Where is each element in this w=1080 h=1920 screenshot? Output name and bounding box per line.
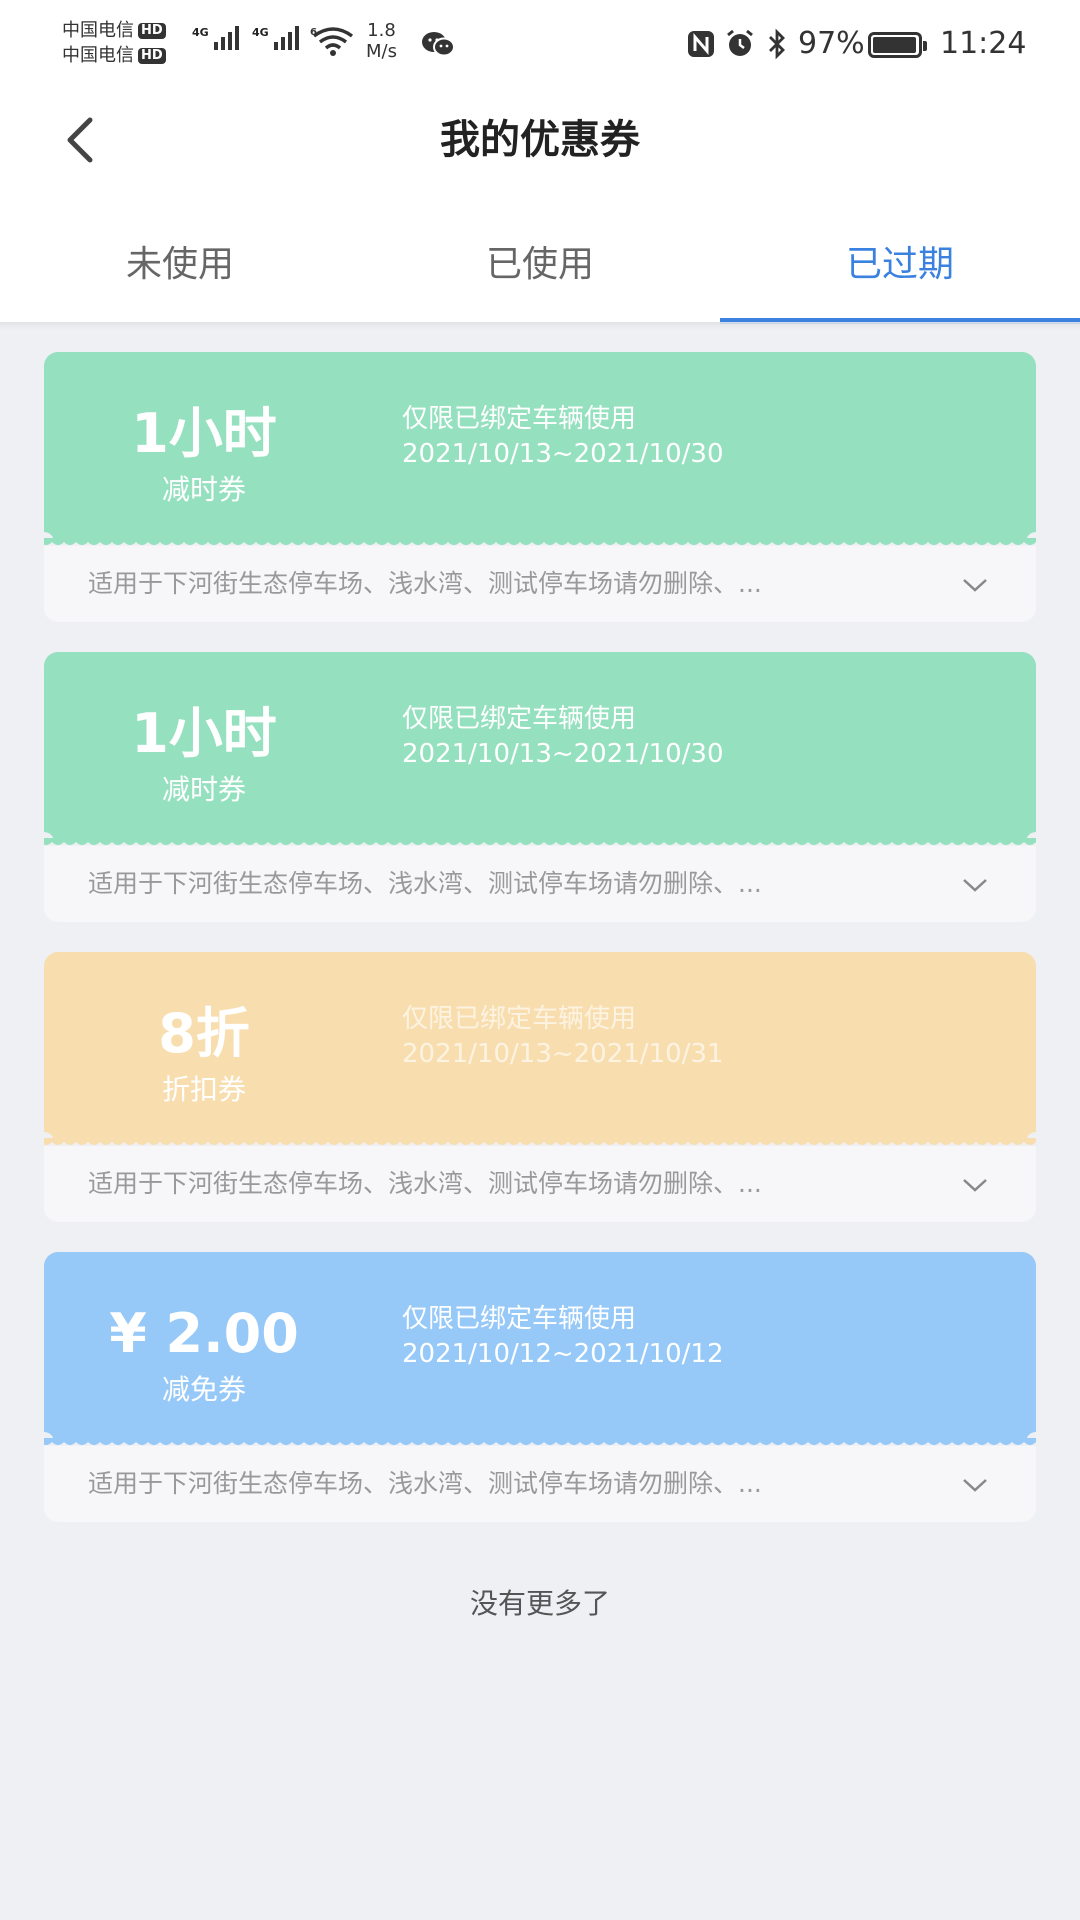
wifi-icon: 6 [310,26,356,60]
no-more-text: 没有更多了 [469,1587,610,1620]
chevron-down-icon[interactable] [960,570,990,600]
coupon-date: 2021/10/13~2021/10/31 [402,1039,724,1069]
network-speed: 1.8 M/s [366,20,397,62]
alarm-icon [724,24,756,64]
coupon-header: ¥ 2.00 减免券 仅限已绑定车辆使用 2021/10/12~2021/10/… [34,1252,1046,1452]
coupon-type: 减免券 [161,1373,246,1406]
coupon-card[interactable]: 1小时 减时券 仅限已绑定车辆使用 2021/10/13~2021/10/30 … [34,352,1046,622]
carrier-2: 中国电信 [62,45,134,66]
nfc-icon [686,24,716,64]
coupon-description: 适用于下河街生态停车场、浅水湾、测试停车场请勿删除、... [88,1469,762,1498]
chevron-down-icon[interactable] [960,1470,990,1500]
coupon-card[interactable]: ¥ 2.00 减免券 仅限已绑定车辆使用 2021/10/12~2021/10/… [34,1252,1046,1522]
chevron-down-icon[interactable] [960,870,990,900]
coupon-card[interactable]: 8折 折扣券 仅限已绑定车辆使用 2021/10/13~2021/10/31 适… [34,952,1046,1222]
coupon-footer[interactable]: 适用于下河街生态停车场、浅水湾、测试停车场请勿删除、... [44,546,1036,622]
battery-icon [868,32,927,58]
coupon-header: 1小时 减时券 仅限已绑定车辆使用 2021/10/13~2021/10/30 [34,652,1046,852]
coupon-description: 适用于下河街生态停车场、浅水湾、测试停车场请勿删除、... [88,869,762,898]
coupon-value: ¥ 2.00 [109,1302,299,1365]
coupon-limit: 仅限已绑定车辆使用 [402,704,637,734]
coupon-date: 2021/10/13~2021/10/30 [402,739,724,769]
tabs-divider [0,322,1080,330]
wifi-label: 6 [310,27,317,38]
coupon-limit: 仅限已绑定车辆使用 [402,1004,637,1034]
network-type: 4G [192,26,209,39]
coupon-value: 1小时 [131,402,277,465]
coupon-limit: 仅限已绑定车辆使用 [402,1304,637,1334]
tab-expired[interactable]: 已过期 [720,230,1080,324]
speed-value: 1.8 [367,20,396,41]
coupon-type: 折扣券 [161,1073,246,1106]
hd-badge: HD [138,48,166,64]
coupon-description: 适用于下河街生态停车场、浅水湾、测试停车场请勿删除、... [88,1169,762,1198]
wechat-icon [420,30,456,62]
coupon-footer[interactable]: 适用于下河街生态停车场、浅水湾、测试停车场请勿删除、... [44,1146,1036,1222]
coupon-header: 8折 折扣券 仅限已绑定车辆使用 2021/10/13~2021/10/31 [34,952,1046,1152]
coupon-header: 1小时 减时券 仅限已绑定车辆使用 2021/10/13~2021/10/30 [34,352,1046,552]
coupon-type: 减时券 [161,473,246,506]
hd-badge: HD [138,23,166,39]
top-area: 中国电信 HD 中国电信 HD 4G 4G 6 1.8 M/s 97% 11:2… [0,0,1080,324]
coupon-footer[interactable]: 适用于下河街生态停车场、浅水湾、测试停车场请勿删除、... [44,846,1036,922]
coupon-value: 8折 [158,1002,250,1065]
signal-icon: 4G [252,26,299,50]
signal-icon: 4G [192,26,239,50]
chevron-left-icon [67,117,93,163]
tab-used[interactable]: 已使用 [360,230,720,322]
bluetooth-icon [766,24,788,64]
coupon-date: 2021/10/13~2021/10/30 [402,439,724,469]
tab-unused[interactable]: 未使用 [0,230,360,322]
coupon-limit: 仅限已绑定车辆使用 [402,404,637,434]
page-title: 我的优惠券 [440,117,640,163]
carrier-info: 中国电信 HD 中国电信 HD [62,18,166,68]
status-bar: 中国电信 HD 中国电信 HD 4G 4G 6 1.8 M/s 97% 11:2… [0,0,1080,86]
back-button[interactable] [60,112,104,168]
coupon-list: 1小时 减时券 仅限已绑定车辆使用 2021/10/13~2021/10/30 … [34,352,1046,1552]
tab-bar: 未使用 已使用 已过期 [0,230,1080,324]
clock: 11:24 [940,26,1027,61]
speed-unit: M/s [366,41,397,62]
coupon-footer[interactable]: 适用于下河街生态停车场、浅水湾、测试停车场请勿删除、... [44,1446,1036,1522]
chevron-down-icon[interactable] [960,1170,990,1200]
carrier-1: 中国电信 [62,20,134,41]
network-type: 4G [252,26,269,39]
coupon-value: 1小时 [131,702,277,765]
coupon-description: 适用于下河街生态停车场、浅水湾、测试停车场请勿删除、... [88,569,762,598]
coupon-date: 2021/10/12~2021/10/12 [402,1339,724,1369]
coupon-type: 减时券 [161,773,246,806]
battery-percent: 97% [798,26,865,61]
coupon-card[interactable]: 1小时 减时券 仅限已绑定车辆使用 2021/10/13~2021/10/30 … [34,652,1046,922]
